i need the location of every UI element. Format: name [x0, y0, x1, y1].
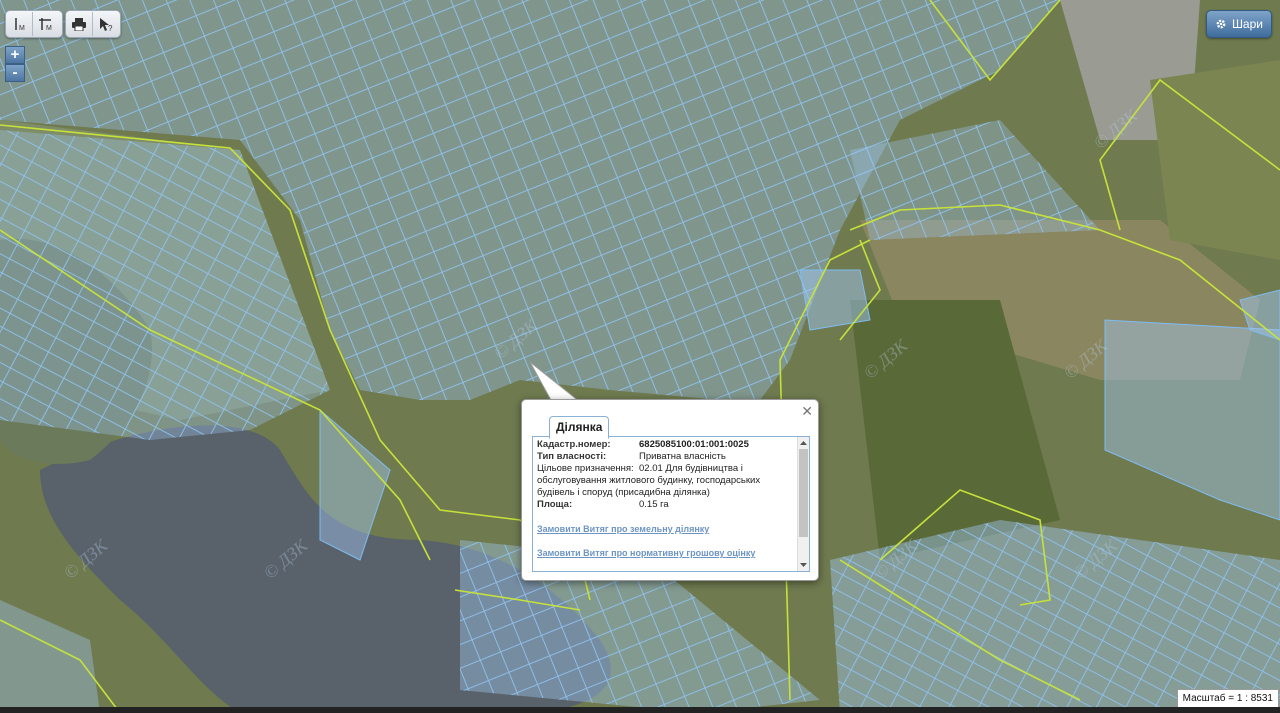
close-icon[interactable]: ✕	[801, 403, 813, 420]
field-value: 6825085100:01:001:0025	[639, 439, 749, 450]
order-extract-land-link[interactable]: Замовити Витяг про земельну ділянку	[537, 523, 793, 535]
bottom-bar	[0, 707, 1280, 713]
field-cadastral-number: Кадастр.номер: 6825085100:01:001:0025	[537, 439, 793, 451]
zoom-in-button[interactable]: +	[5, 46, 25, 64]
print-button[interactable]	[66, 12, 92, 36]
popup-body: Кадастр.номер: 6825085100:01:001:0025 Ти…	[532, 436, 810, 572]
layers-label: Шари	[1231, 17, 1263, 31]
ruler-icon: M	[15, 18, 25, 31]
scroll-up-icon[interactable]	[798, 438, 809, 448]
zoom-out-button[interactable]: -	[5, 64, 25, 82]
popup-scrollbar[interactable]	[797, 437, 809, 571]
identify-button[interactable]: ?	[92, 12, 119, 36]
field-purpose: Цільове призначення: 02.01 Для будівництв…	[537, 463, 793, 499]
measure-toolbar: M M	[5, 10, 63, 38]
map-view[interactable]: © ДЗК © ДЗК © ДЗК © ДЗК © ДЗК © ДЗК © ДЗ…	[0, 0, 1280, 713]
scroll-down-icon[interactable]	[798, 560, 809, 570]
printer-icon	[72, 17, 86, 31]
aerial-imagery: © ДЗК © ДЗК © ДЗК © ДЗК © ДЗК © ДЗК © ДЗ…	[0, 0, 1280, 713]
cursor-question-icon: ?	[100, 17, 113, 32]
area-icon: M	[39, 18, 52, 31]
layers-button[interactable]: Шари	[1205, 10, 1272, 38]
measure-area-button[interactable]: M	[32, 12, 59, 36]
field-ownership-type: Тип власності: Приватна власність	[537, 451, 793, 463]
field-label: Цільове призначення:	[537, 463, 634, 474]
scroll-thumb[interactable]	[799, 449, 808, 537]
field-label: Кадастр.номер:	[537, 439, 611, 450]
svg-text:M: M	[19, 25, 25, 31]
field-value: Приватна власність	[639, 451, 726, 462]
svg-text:M: M	[46, 25, 52, 31]
measure-length-button[interactable]: M	[6, 12, 32, 36]
map-scale: Масштаб = 1 : 8531	[1176, 689, 1279, 709]
svg-text:?: ?	[108, 24, 113, 32]
field-value: 0.15 га	[639, 499, 669, 510]
popup-pointer	[530, 362, 582, 403]
order-extract-valuation-link[interactable]: Замовити Витяг про нормативну грошову оц…	[537, 547, 793, 559]
field-area: Площа: 0.15 га	[537, 499, 793, 511]
gear-icon	[1216, 19, 1226, 29]
parcel-info-popup: ✕ Ділянка Кадастр.номер: 6825085100:01:0…	[521, 399, 819, 581]
field-label: Тип власності:	[537, 451, 607, 462]
tab-parcel[interactable]: Ділянка	[549, 416, 610, 439]
tools-toolbar: ?	[65, 10, 121, 38]
field-label: Площа:	[537, 499, 573, 510]
